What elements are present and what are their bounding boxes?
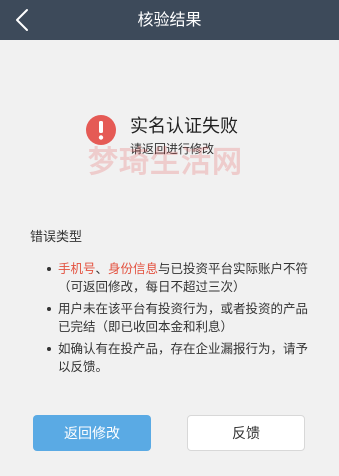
back-button[interactable] (8, 6, 36, 34)
highlight-identity: 身份信息 (108, 261, 159, 276)
highlight-phone: 手机号 (58, 261, 96, 276)
list-item: 手机号、身份信息与已投资平台实际账户不符（可返回修改，每日不超过三次） (30, 260, 320, 296)
list-item: 用户未在该平台有投资行为，或者投资的产品已完结（即已收回本金和利息） (30, 300, 320, 336)
nav-bar: 核验结果 (0, 0, 339, 40)
list-item: 如确认有在投产品，存在企业漏报行为，请予以反馈。 (30, 340, 320, 376)
reason-text: 如确认有在投产品，存在企业漏报行为，请予以反馈。 (58, 341, 309, 374)
result-title: 实名认证失败 (130, 116, 238, 137)
bullet-dot (47, 307, 51, 311)
chevron-left-icon (16, 9, 28, 31)
bullet-dot (47, 267, 51, 271)
feedback-button[interactable]: 反馈 (187, 415, 305, 451)
watermark: 梦琦生活网 (88, 145, 243, 180)
error-type-label: 错误类型 (30, 230, 83, 245)
error-reason-list: 手机号、身份信息与已投资平台实际账户不符（可返回修改，每日不超过三次） 用户未在… (30, 260, 320, 380)
bullet-dot (47, 347, 51, 351)
reason-text: 用户未在该平台有投资行为，或者投资的产品已完结（即已收回本金和利息） (58, 301, 309, 334)
back-edit-button[interactable]: 返回修改 (33, 415, 151, 451)
page-title: 核验结果 (137, 10, 202, 29)
separator: 、 (95, 261, 109, 276)
